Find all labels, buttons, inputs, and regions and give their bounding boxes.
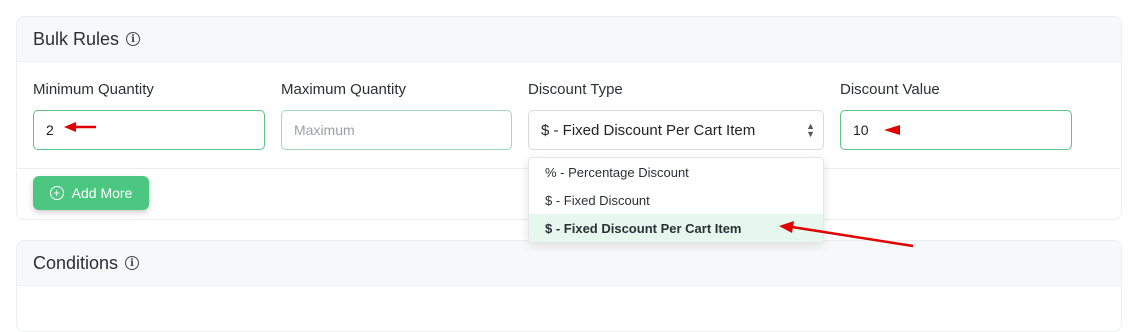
discount-type-dropdown: % - Percentage Discount $ - Fixed Discou… [528, 157, 824, 242]
min-qty-value: 2 [46, 122, 54, 138]
add-more-button[interactable]: + Add More [33, 176, 149, 210]
bulk-rules-header: Bulk Rules i [17, 17, 1121, 62]
option-fixed-discount[interactable]: $ - Fixed Discount [529, 186, 823, 214]
max-qty-input[interactable]: Maximum [281, 110, 512, 150]
add-more-label: Add More [71, 185, 133, 201]
discount-type-select[interactable]: $ - Fixed Discount Per Cart Item ▲ ▼ [528, 110, 824, 150]
info-icon[interactable]: i [125, 256, 140, 270]
max-qty-placeholder: Maximum [294, 122, 355, 138]
plus-circle-icon: + [49, 186, 64, 200]
info-icon[interactable]: i [126, 32, 141, 46]
conditions-card: Conditions i [16, 240, 1122, 332]
discount-type-label: Discount Type [528, 81, 623, 98]
discount-value-value: 10 [853, 122, 869, 138]
discount-type-selected: $ - Fixed Discount Per Cart Item [541, 121, 756, 139]
option-percentage-discount[interactable]: % - Percentage Discount [529, 158, 823, 186]
bulk-rules-title: Bulk Rules [33, 28, 120, 49]
conditions-title: Conditions [33, 252, 119, 273]
discount-value-input[interactable]: 10 [840, 110, 1072, 150]
min-qty-input[interactable]: 2 [33, 110, 265, 150]
discount-value-label: Discount Value [840, 81, 940, 98]
conditions-header: Conditions i [17, 241, 1121, 286]
chevron-up-down-icon: ▲ ▼ [806, 121, 815, 139]
max-qty-label: Maximum Quantity [281, 81, 407, 98]
min-qty-label: Minimum Quantity [33, 81, 154, 98]
option-fixed-discount-per-cart-item[interactable]: $ - Fixed Discount Per Cart Item [529, 214, 823, 242]
